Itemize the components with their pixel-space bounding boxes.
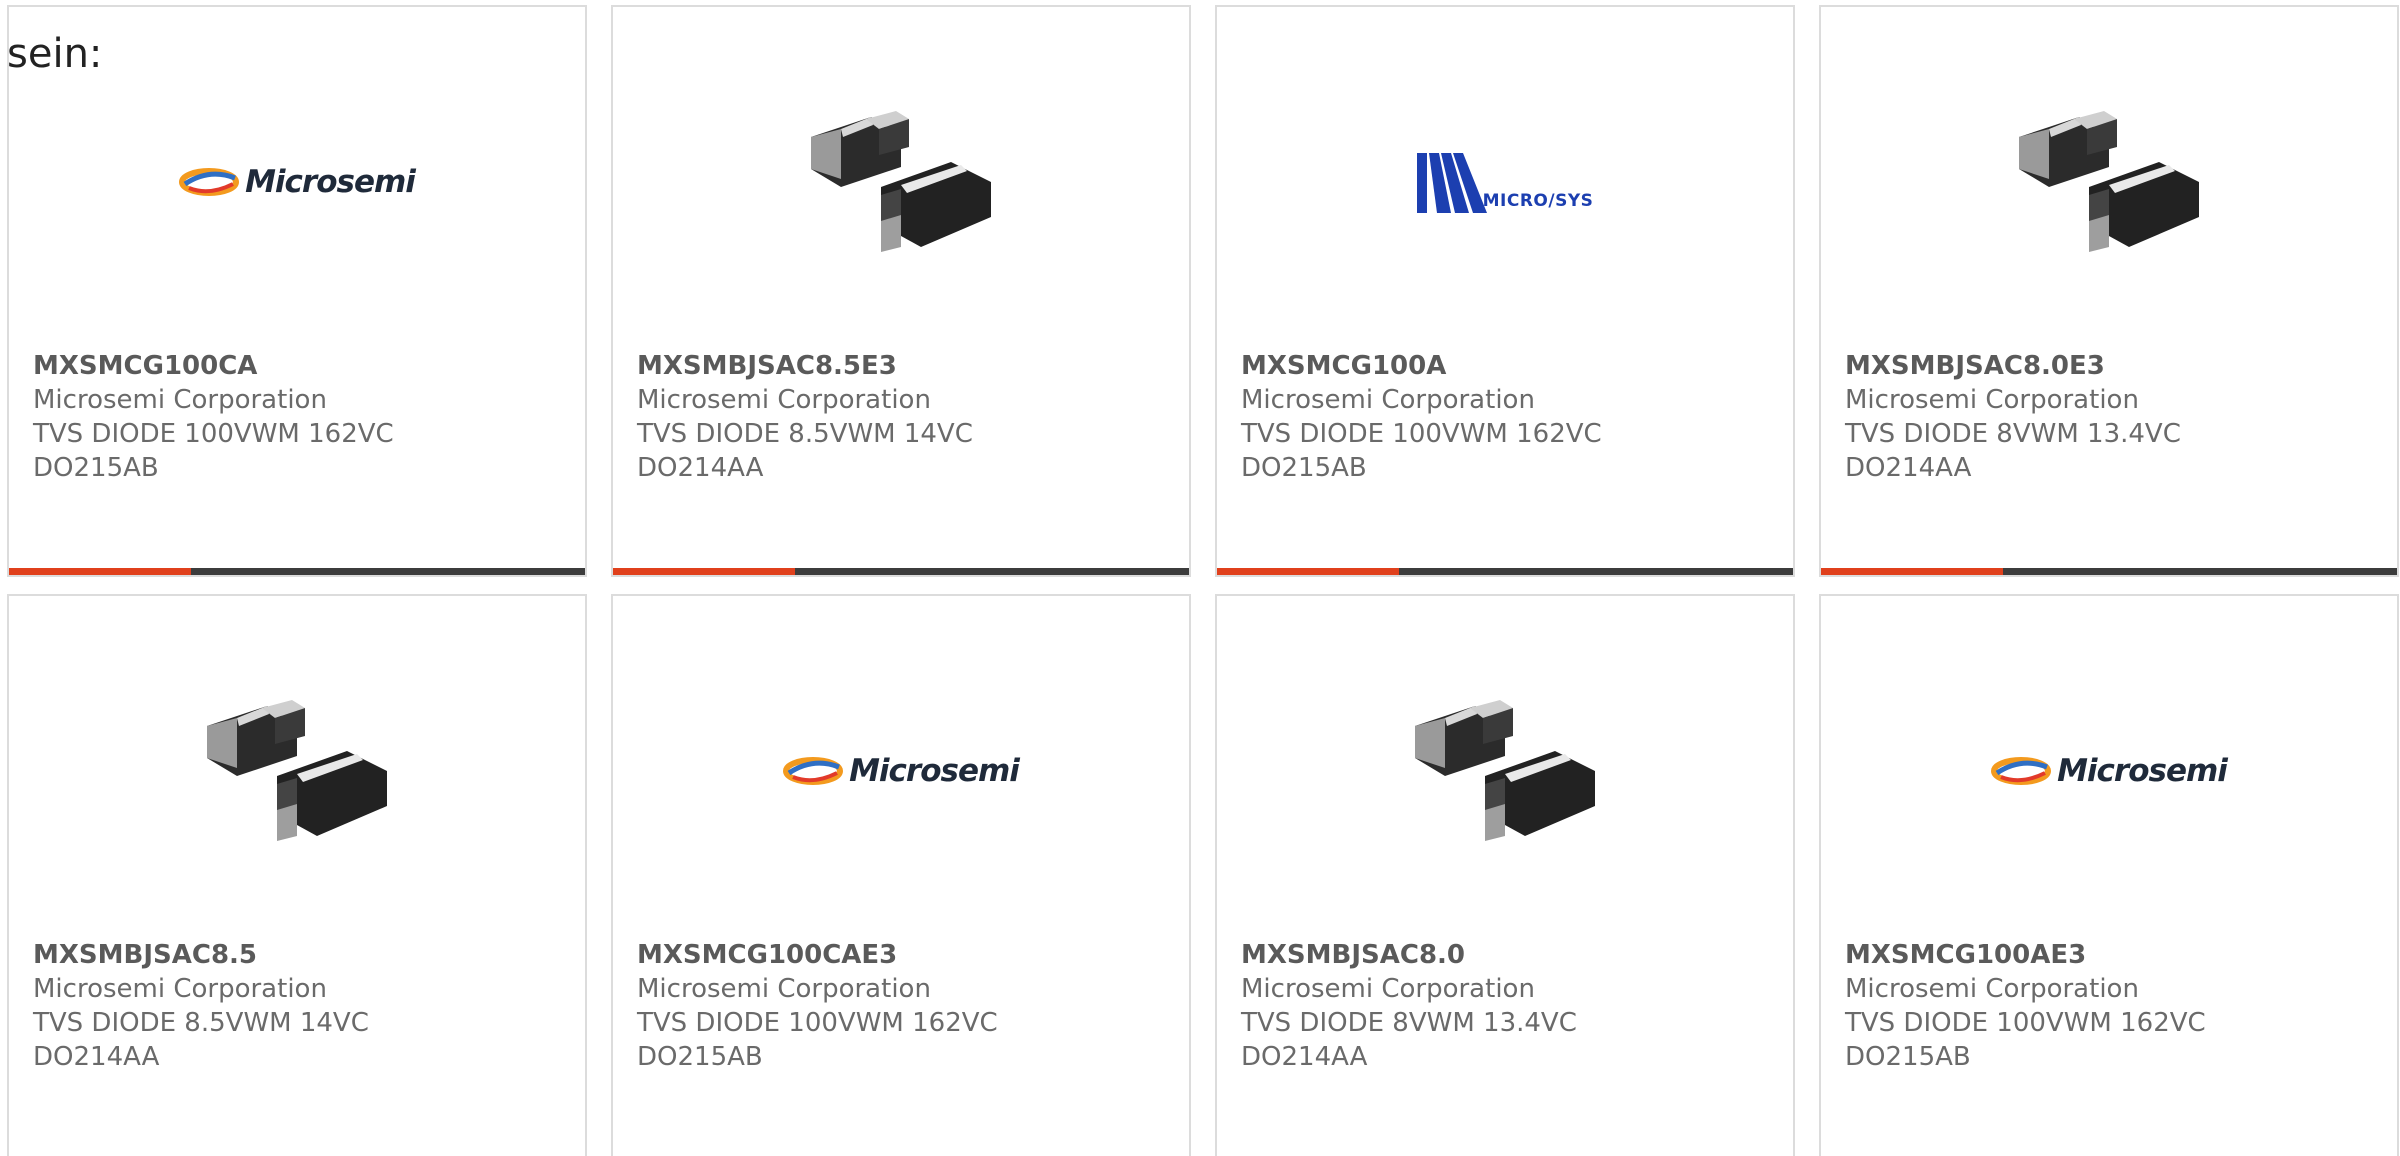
part-number[interactable]: MXSMCG100A [1241,349,1783,383]
part-number[interactable]: MXSMBJSAC8.5 [33,938,575,972]
description: TVS DIODE 100VWM 162VC [1845,1008,2206,1038]
product-image[interactable]: MICRO/SYS [1217,77,1793,287]
description: TVS DIODE 8.5VWM 14VC [33,1008,369,1038]
product-info: MXSMCG100AE3 Microsemi Corporation TVS D… [1845,938,2387,1074]
description: TVS DIODE 8VWM 13.4VC [1241,1008,1577,1038]
manufacturer: Microsemi Corporation [1845,385,2139,415]
package: DO214AA [1241,1042,1368,1072]
product-image[interactable] [9,666,585,876]
part-number[interactable]: MXSMCG100CAE3 [637,938,1179,972]
product-image[interactable] [1217,666,1793,876]
product-card[interactable]: Microsemi MXSMCG100CA Microsemi Corporat… [7,5,587,577]
product-card[interactable]: MXSMBJSAC8.0E3 Microsemi Corporation TVS… [1819,5,2399,577]
product-info: MXSMCG100A Microsemi Corporation TVS DIO… [1241,349,1783,485]
card-bottom-bar [613,568,1189,575]
manufacturer: Microsemi Corporation [637,385,931,415]
manufacturer: Microsemi Corporation [637,974,931,1004]
part-number[interactable]: MXSMCG100AE3 [1845,938,2387,972]
card-bottom-bar [9,568,585,575]
product-image[interactable]: Microsemi [9,77,585,287]
card-bottom-bar [1217,568,1793,575]
manufacturer: Microsemi Corporation [1241,974,1535,1004]
product-card[interactable]: Microsemi MXSMCG100AE3 Microsemi Corpora… [1819,594,2399,1156]
product-card[interactable]: MICRO/SYS MXSMCG100A Microsemi Corporati… [1215,5,1795,577]
smd-diode-package-icon [1415,700,1595,841]
product-info: MXSMCG100CAE3 Microsemi Corporation TVS … [637,938,1179,1074]
product-card[interactable]: Microsemi MXSMCG100CAE3 Microsemi Corpor… [611,594,1191,1156]
microsemi-swirl-icon [783,757,844,785]
smd-diode-package-icon [207,700,387,841]
microsemi-logo: Microsemi [1991,751,2228,791]
package: DO215AB [1241,453,1367,483]
manufacturer: Microsemi Corporation [1845,974,2139,1004]
product-info: MXSMBJSAC8.0E3 Microsemi Corporation TVS… [1845,349,2387,485]
microsys-stripes-icon [1416,153,1487,213]
smd-diode-package-icon [2019,111,2199,252]
package: DO215AB [1845,1042,1971,1072]
description: TVS DIODE 100VWM 162VC [1241,419,1602,449]
microsemi-swirl-icon [179,168,240,196]
package: DO214AA [637,453,764,483]
package: DO215AB [637,1042,763,1072]
package: DO215AB [33,453,159,483]
product-card[interactable]: MXSMBJSAC8.5E3 Microsemi Corporation TVS… [611,5,1191,577]
manufacturer: Microsemi Corporation [33,385,327,415]
card-accent [1217,568,1399,575]
microsemi-logo: Microsemi [179,162,416,202]
microsemi-wordmark: Microsemi [245,164,416,200]
product-image[interactable]: Microsemi [613,666,1189,876]
description: TVS DIODE 8.5VWM 14VC [637,419,973,449]
product-grid: sein: Microsemi MXSMCG100CA Microsemi Co… [0,0,2400,1156]
description: TVS DIODE 8VWM 13.4VC [1845,419,2181,449]
part-number[interactable]: MXSMBJSAC8.0E3 [1845,349,2387,383]
microsys-logo: MICRO/SYS [1416,151,1594,213]
microsemi-wordmark: Microsemi [849,753,1020,789]
description: TVS DIODE 100VWM 162VC [33,419,394,449]
microsemi-logo: Microsemi [783,751,1020,791]
product-info: MXSMBJSAC8.0 Microsemi Corporation TVS D… [1241,938,1783,1074]
product-info: MXSMBJSAC8.5 Microsemi Corporation TVS D… [33,938,575,1074]
card-bottom-bar [1821,568,2397,575]
product-image[interactable]: Microsemi [1821,666,2397,876]
microsemi-swirl-icon [1991,757,2052,785]
product-image[interactable] [613,77,1189,287]
manufacturer: Microsemi Corporation [1241,385,1535,415]
part-number[interactable]: MXSMCG100CA [33,349,575,383]
part-number[interactable]: MXSMBJSAC8.5E3 [637,349,1179,383]
microsys-wordmark: MICRO/SYS [1482,191,1594,211]
product-info: MXSMCG100CA Microsemi Corporation TVS DI… [33,349,575,485]
card-accent [613,568,795,575]
intro-text: sein: [7,31,103,77]
product-card[interactable]: MXSMBJSAC8.0 Microsemi Corporation TVS D… [1215,594,1795,1156]
microsemi-wordmark: Microsemi [2057,753,2228,789]
package: DO214AA [1845,453,1972,483]
part-number[interactable]: MXSMBJSAC8.0 [1241,938,1783,972]
smd-diode-package-icon [811,111,991,252]
package: DO214AA [33,1042,160,1072]
product-info: MXSMBJSAC8.5E3 Microsemi Corporation TVS… [637,349,1179,485]
product-image[interactable] [1821,77,2397,287]
card-accent [1821,568,2003,575]
manufacturer: Microsemi Corporation [33,974,327,1004]
card-accent [9,568,191,575]
description: TVS DIODE 100VWM 162VC [637,1008,998,1038]
product-card[interactable]: MXSMBJSAC8.5 Microsemi Corporation TVS D… [7,594,587,1156]
